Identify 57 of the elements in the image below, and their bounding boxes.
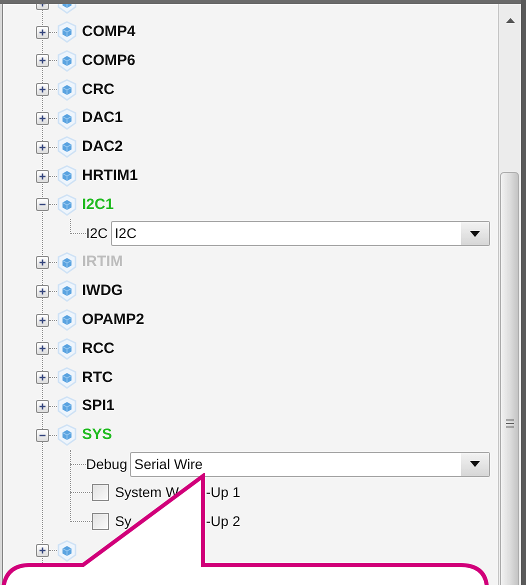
shield-cube-icon — [57, 252, 77, 274]
dropdown-arrow-icon[interactable] — [470, 230, 480, 237]
expand-icon[interactable] — [36, 342, 49, 356]
expand-icon[interactable] — [36, 544, 49, 558]
shield-cube-icon — [57, 78, 77, 101]
checkbox[interactable] — [92, 484, 109, 502]
shield-cube-icon — [57, 396, 77, 418]
peripheral-label[interactable]: CRC — [82, 78, 114, 102]
checkbox[interactable] — [92, 513, 109, 530]
shield-cube-icon — [57, 338, 77, 360]
expand-icon[interactable] — [36, 26, 49, 39]
collapse-icon[interactable] — [36, 198, 49, 212]
shield-cube-icon — [57, 309, 77, 332]
shield-cube-icon — [57, 280, 77, 302]
checkbox-label: -Up 1 — [206, 483, 240, 502]
expand-icon[interactable] — [36, 284, 49, 298]
shield-cube-icon — [57, 540, 77, 562]
field-label: Debug — [86, 454, 128, 474]
shield-cube-icon — [57, 108, 77, 130]
expand-icon[interactable] — [36, 83, 49, 96]
shield-cube-icon — [57, 136, 77, 158]
peripheral-label[interactable]: OPAMP2 — [82, 308, 144, 332]
expand-icon[interactable] — [36, 112, 49, 126]
dropdown-arrow-icon[interactable] — [470, 461, 480, 468]
expand-icon[interactable] — [36, 400, 49, 414]
peripheral-label[interactable]: RCC — [82, 338, 114, 360]
scroll-up-arrow-icon[interactable] — [506, 18, 515, 23]
grip-icon — [506, 419, 514, 428]
scrollbar-thumb[interactable] — [500, 172, 519, 585]
checkbox-label: Sy — [115, 512, 132, 532]
shield-cube-icon — [57, 194, 77, 216]
field-label: I2C — [86, 224, 108, 244]
peripheral-label[interactable]: COMP4 — [82, 20, 136, 44]
expand-icon[interactable] — [36, 371, 49, 384]
collapse-icon[interactable] — [36, 428, 49, 442]
peripheral-label[interactable]: IWDG — [82, 280, 123, 303]
peripheral-label[interactable]: COMP6 — [82, 50, 136, 72]
dropdown-field[interactable]: Serial Wire — [130, 452, 490, 477]
checkbox-label: -Up 2 — [206, 512, 240, 532]
peripheral-label[interactable]: RTC — [82, 366, 113, 389]
dropdown-field[interactable]: I2C — [110, 221, 490, 246]
shield-cube-icon — [57, 424, 77, 446]
expand-icon[interactable] — [36, 140, 49, 154]
dropdown-value: I2C — [114, 224, 138, 244]
expand-icon[interactable] — [36, 314, 49, 327]
expand-icon[interactable] — [36, 170, 49, 183]
peripheral-label[interactable]: SPI1 — [82, 395, 115, 418]
shield-cube-icon — [57, 21, 77, 44]
peripheral-label[interactable]: HRTIM1 — [82, 164, 138, 188]
shield-cube-icon — [57, 366, 77, 389]
dropdown-value: Serial Wire — [134, 454, 204, 474]
shield-cube-icon — [57, 165, 77, 188]
shield-cube-icon — [57, 50, 77, 72]
expand-icon[interactable] — [36, 54, 49, 68]
peripheral-label[interactable]: DAC1 — [82, 107, 123, 130]
scrollbar[interactable] — [498, 4, 521, 585]
peripheral-label[interactable]: DAC2 — [82, 136, 123, 159]
